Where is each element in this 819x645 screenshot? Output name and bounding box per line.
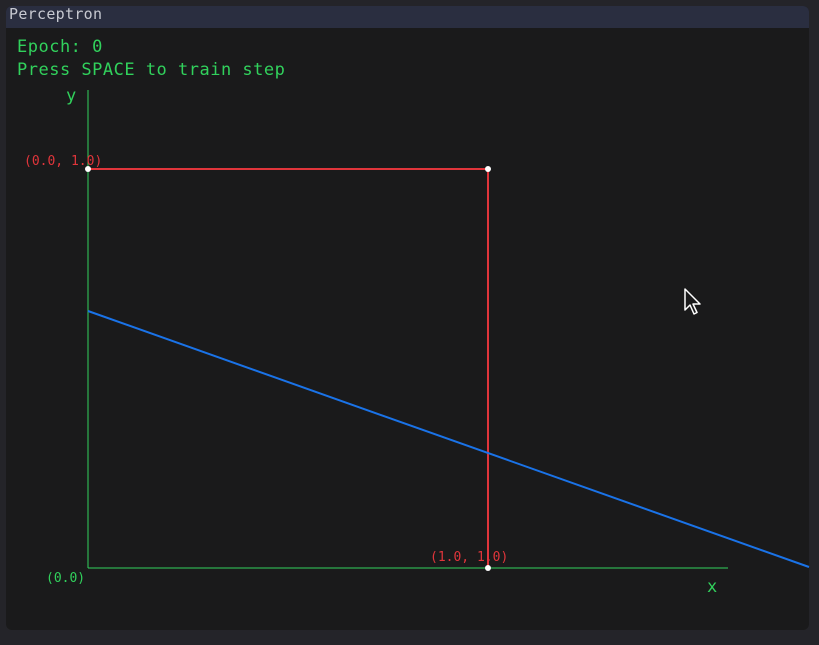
point-label-top-left: (0.0, 1.0): [24, 154, 102, 169]
origin-label: (0.0): [46, 571, 85, 586]
data-point: [485, 565, 491, 571]
mouse-pointer-icon: [684, 288, 701, 315]
perceptron-canvas[interactable]: y x (0.0) (0.0, 1.0) (1.0, 1.0): [0, 0, 819, 645]
data-point: [485, 166, 491, 172]
y-axis-label: y: [66, 86, 76, 106]
x-axis-label: x: [707, 577, 717, 597]
decision-boundary-line: [87, 310, 810, 568]
point-label-bottom-right: (1.0, 1.0): [430, 550, 508, 565]
